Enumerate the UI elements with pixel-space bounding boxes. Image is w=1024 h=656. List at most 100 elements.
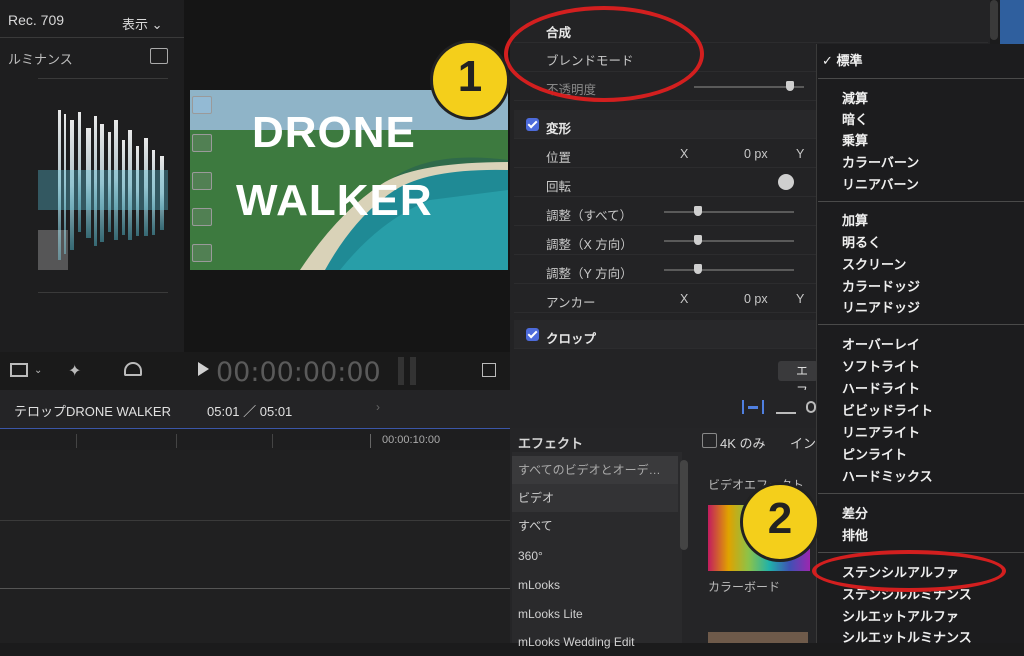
4k-only-checkbox[interactable] xyxy=(702,433,717,448)
ruler-tick xyxy=(370,434,371,448)
category-scrollbar[interactable] xyxy=(680,460,688,550)
rotation-label: 回転 xyxy=(546,180,572,194)
step-marker-1-number: 1 xyxy=(457,52,483,101)
menu-separator xyxy=(818,78,1024,79)
blend-mode-linear-dodge[interactable]: リニアドッジ xyxy=(842,297,920,316)
chevron-down-icon[interactable]: ⌄ xyxy=(34,365,42,376)
crop-checkbox[interactable] xyxy=(526,328,539,341)
scale-x-slider-knob[interactable] xyxy=(694,235,702,245)
scale-y-label: 調整（Y 方向） xyxy=(546,267,633,281)
blend-mode-add[interactable]: 加算 xyxy=(842,210,868,229)
effect-thumbnail[interactable] xyxy=(708,632,808,643)
blend-mode-screen[interactable]: スクリーン xyxy=(842,254,906,273)
effects-category-item[interactable]: mLooks Wedding Edit xyxy=(512,628,678,656)
blend-mode-exclusion[interactable]: 排他 xyxy=(842,525,868,544)
ruler-timecode: 00:00:10:00 xyxy=(382,434,441,446)
menu-separator xyxy=(818,324,1024,325)
opacity-slider-knob[interactable] xyxy=(786,81,794,91)
clip-appearance-bar xyxy=(748,406,758,409)
ruler-tick xyxy=(76,434,77,448)
inspector-scrollbar[interactable] xyxy=(990,0,998,40)
menu-separator xyxy=(818,493,1024,494)
onscreen-tool-icon[interactable] xyxy=(192,244,212,262)
blend-mode-color-burn[interactable]: カラーバーン xyxy=(842,152,919,171)
blend-mode-hard-mix[interactable]: ハードミックス xyxy=(842,466,933,485)
blend-mode-normal[interactable]: ✓ 標準 xyxy=(822,50,863,69)
play-icon[interactable] xyxy=(198,362,209,376)
scope-view-menu[interactable]: 表示 ⌄ xyxy=(122,14,163,33)
transform-label: 変形 xyxy=(546,122,572,136)
audio-skimming-icon[interactable] xyxy=(776,400,796,414)
blend-mode-multiply[interactable]: 乗算 xyxy=(842,130,868,149)
step-marker-2-number: 2 xyxy=(767,494,793,543)
track-divider xyxy=(0,520,510,521)
transform-checkbox[interactable] xyxy=(526,118,539,131)
blend-mode-linear-light[interactable]: リニアライト xyxy=(842,422,920,441)
viewer-layout-icon[interactable] xyxy=(10,363,28,377)
blend-mode-color-dodge[interactable]: カラードッジ xyxy=(842,276,920,295)
audio-meter xyxy=(398,357,404,385)
scale-y-slider[interactable] xyxy=(664,269,794,271)
effects-category-item[interactable]: 360° xyxy=(512,542,678,570)
scope-mode-label: ルミナンス xyxy=(8,52,73,67)
effects-category-item[interactable]: すべて xyxy=(512,512,678,540)
anchor-label: アンカー xyxy=(546,296,596,310)
effects-category-item[interactable]: mLooks xyxy=(512,571,678,599)
blend-mode-lighten[interactable]: 明るく xyxy=(842,232,881,251)
scale-all-slider[interactable] xyxy=(664,211,794,213)
speed-gauge-icon[interactable] xyxy=(124,362,142,376)
window-edge xyxy=(1000,0,1024,44)
highlight-ring-blend-mode xyxy=(504,6,704,102)
effects-category-item[interactable]: ビデオ xyxy=(512,484,678,512)
project-duration: 05:01 ／ 05:01 xyxy=(207,404,293,419)
fullscreen-icon[interactable] xyxy=(482,363,496,377)
effects-category-item[interactable]: mLooks Lite xyxy=(512,600,678,628)
blend-mode-silhouette-luma[interactable]: シルエットルミナンス xyxy=(842,627,972,646)
video-title-line1: DRONE xyxy=(252,108,416,157)
chevron-right-icon[interactable]: › xyxy=(376,400,380,414)
scale-y-slider-knob[interactable] xyxy=(694,264,702,274)
blend-mode-darken[interactable]: 暗く xyxy=(842,109,868,128)
anchor-y-axis: Y xyxy=(796,292,805,306)
onscreen-tool-icon[interactable] xyxy=(192,134,212,152)
audio-meter xyxy=(410,357,416,385)
scale-all-label: 調整（すべて） xyxy=(546,209,633,223)
onscreen-tool-icon[interactable] xyxy=(192,208,212,226)
onscreen-tool-icon[interactable] xyxy=(192,96,212,114)
blend-mode-vivid-light[interactable]: ビビッドライト xyxy=(842,400,933,419)
blend-mode-soft-light[interactable]: ソフトライト xyxy=(842,356,920,375)
anchor-x-value[interactable]: 0 px xyxy=(744,292,768,306)
scale-all-slider-knob[interactable] xyxy=(694,206,702,216)
position-y-axis: Y xyxy=(796,147,805,161)
onscreen-tool-icon[interactable] xyxy=(192,172,212,190)
blend-mode-subtract[interactable]: 減算 xyxy=(842,88,868,107)
position-x-value[interactable]: 0 px xyxy=(744,147,768,161)
installed-filter-label: イン xyxy=(790,436,817,451)
luminance-waveform xyxy=(38,110,168,270)
scope-gridline xyxy=(38,292,168,293)
blend-mode-pin-light[interactable]: ピンライト xyxy=(842,444,907,463)
highlight-ring-stencil-alpha xyxy=(812,550,1006,592)
project-name: テロップDRONE WALKER xyxy=(14,404,171,419)
rotation-dial[interactable] xyxy=(778,174,794,190)
blend-mode-hard-light[interactable]: ハードライト xyxy=(842,378,920,397)
anchor-x-axis: X xyxy=(680,292,689,306)
blend-mode-linear-burn[interactable]: リニアバーン xyxy=(842,174,919,193)
blend-mode-difference[interactable]: 差分 xyxy=(842,503,868,522)
magic-wand-icon[interactable]: ✦ xyxy=(68,361,81,381)
headphones-icon[interactable] xyxy=(806,401,816,413)
scope-gridline xyxy=(38,78,168,79)
effects-category-item[interactable]: すべてのビデオとオーデ… xyxy=(512,456,678,484)
timecode-display: 00:00:00:00 xyxy=(216,357,381,388)
onscreen-controls-strip xyxy=(188,90,214,270)
scope-settings-icon[interactable] xyxy=(150,48,168,64)
blend-mode-silhouette-alpha[interactable]: シルエットアルファ xyxy=(842,606,959,625)
menu-separator xyxy=(818,201,1024,202)
scale-x-slider[interactable] xyxy=(664,240,794,242)
timeline-tracks[interactable] xyxy=(0,450,510,643)
position-x-axis: X xyxy=(680,147,689,161)
ruler-tick xyxy=(176,434,177,448)
blend-mode-overlay[interactable]: オーバーレイ xyxy=(842,334,920,353)
colorspace-label: Rec. 709 xyxy=(8,12,65,28)
effects-button[interactable]: エフ xyxy=(778,361,818,398)
